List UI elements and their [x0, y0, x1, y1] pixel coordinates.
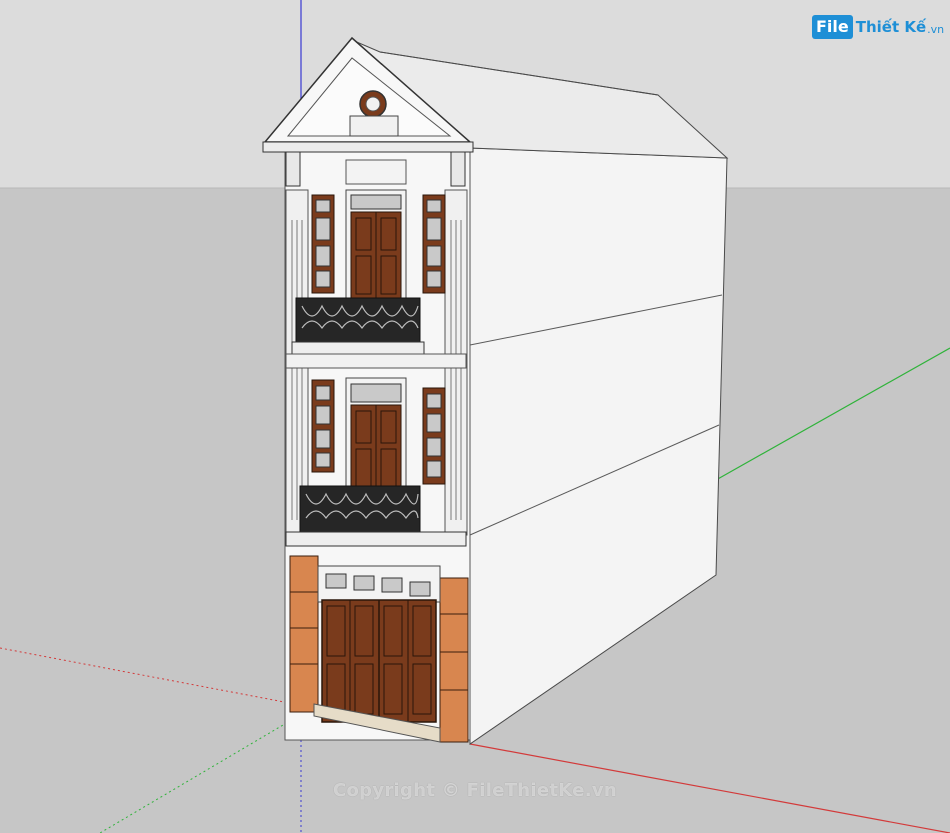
window-3f-right-pane-4 — [426, 270, 442, 288]
window-3f-right-pane-2 — [426, 217, 442, 241]
oculus-base — [349, 115, 399, 137]
window-3f-left-pane-3 — [315, 245, 331, 267]
viewport-canvas[interactable]: File Thiết Kế .vn Copyright © FileThietK… — [0, 0, 950, 833]
transom-3f — [345, 159, 407, 185]
floor-band-2 — [285, 353, 467, 369]
pediment-cornice — [262, 141, 474, 153]
ground-transom-pane-2 — [353, 575, 375, 591]
window-3f-left-pane-1 — [315, 199, 331, 213]
pediment-bracket-left — [285, 151, 301, 187]
brand-badge: File — [812, 15, 853, 39]
balcony-2f-railing — [299, 485, 421, 535]
door-2f-leaf-left — [350, 404, 377, 496]
window-3f-right-pane-1 — [426, 199, 442, 213]
door-2f-glass — [350, 383, 402, 403]
brand-name: Thiết Kế — [855, 18, 927, 36]
door-2f-leaf-right — [375, 404, 402, 496]
pediment-bracket-right — [450, 151, 466, 187]
copyright-watermark: Copyright © FileThietKe.vn — [332, 780, 618, 801]
sketchup-scene[interactable] — [0, 0, 950, 833]
brand-tld: .vn — [927, 22, 945, 36]
window-2f-left-pane-1 — [315, 385, 331, 401]
window-3f-left-pane-4 — [315, 270, 331, 288]
door-3f-glass — [350, 194, 402, 210]
ground-pier-right — [439, 577, 469, 743]
balcony-3f-slab — [291, 341, 425, 355]
window-2f-right-pane-3 — [426, 437, 442, 457]
balcony-2f-slab — [285, 531, 467, 547]
window-2f-left-pane-4 — [315, 452, 331, 468]
oculus-inner — [365, 96, 381, 112]
window-3f-left-pane-2 — [315, 217, 331, 241]
window-2f-right-pane-1 — [426, 393, 442, 409]
window-2f-right-pane-2 — [426, 413, 442, 433]
ground-transom-pane-4 — [409, 581, 431, 597]
window-2f-right-pane-4 — [426, 460, 442, 478]
window-2f-left-pane-3 — [315, 429, 331, 449]
brand-logo: File Thiết Kế .vn — [812, 12, 944, 42]
ground-transom-pane-3 — [381, 577, 403, 593]
ground-pier-left — [289, 555, 319, 713]
ground-transom-pane-1 — [325, 573, 347, 589]
window-2f-left-pane-2 — [315, 405, 331, 425]
window-3f-right-pane-3 — [426, 245, 442, 267]
